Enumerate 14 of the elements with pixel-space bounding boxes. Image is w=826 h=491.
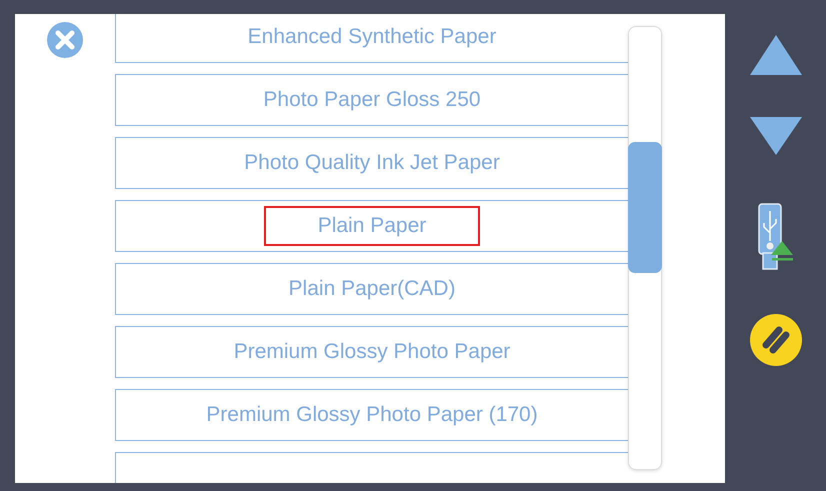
paper-type-item[interactable]: Enhanced Synthetic Paper xyxy=(115,14,628,63)
paper-type-item[interactable]: Premium Glossy Photo Paper (170) xyxy=(115,389,628,441)
paper-type-item[interactable]: Premium Glossy Photo Paper xyxy=(115,326,628,378)
paper-type-item[interactable]: Plain Paper(CAD) xyxy=(115,263,628,315)
up-arrow-icon[interactable] xyxy=(750,35,802,75)
paper-type-item[interactable]: Photo Quality Ink Jet Paper xyxy=(115,137,628,189)
paper-type-item[interactable]: Plain Paper xyxy=(115,200,628,252)
down-arrow-icon[interactable] xyxy=(750,117,802,155)
paper-type-item[interactable]: Photo Paper Gloss 250 xyxy=(115,74,628,126)
pause-icon[interactable] xyxy=(748,313,802,367)
close-icon[interactable] xyxy=(47,22,83,58)
scrollbar-track[interactable] xyxy=(628,26,662,470)
scrollbar-thumb[interactable] xyxy=(628,142,662,273)
usb-eject-icon[interactable] xyxy=(758,203,794,271)
